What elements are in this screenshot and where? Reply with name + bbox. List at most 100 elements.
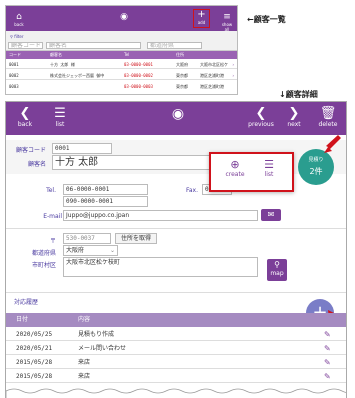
name-input[interactable]: 十方 太郎 (52, 155, 212, 170)
back-button[interactable]: ❮ back (10, 106, 40, 129)
row-addr: 港区芝浦町港 (200, 73, 224, 78)
divider (6, 292, 346, 293)
tel2-input[interactable]: 090-0000-0001 (63, 196, 148, 207)
list-icon: ☰ (54, 106, 66, 121)
chevron-left-icon: ❮ (19, 106, 31, 121)
row-name: 株式会社ジェッポー西暦 御中 (50, 73, 105, 78)
email-label: E-mail (43, 213, 62, 220)
trash-icon: 🗑 (319, 106, 337, 121)
get-address-button[interactable]: 住所を取得 (115, 233, 157, 244)
plus-circle-icon: ⊕ (230, 158, 240, 171)
logo-icon: ◉ (171, 106, 185, 122)
history-column-date: 日付 (16, 316, 29, 323)
history-date: 2015/05/28 (16, 359, 53, 366)
list-button[interactable]: ☰ list (45, 106, 75, 129)
filter-label: ⚲ filter (10, 34, 24, 39)
chevron-right-icon: › (232, 62, 235, 67)
row-code: 0002 (9, 73, 19, 78)
code-label: 顧客コード (16, 147, 47, 154)
send-email-button[interactable]: ✉ (261, 209, 281, 221)
filter-name-input[interactable]: 顧客名 (46, 42, 141, 49)
previous-button[interactable]: ❮ previous (244, 106, 278, 129)
fax-label: Fax. (185, 187, 198, 194)
name-label: 顧客名 (27, 161, 46, 168)
detail-caption: ↓顧客詳細 (279, 90, 318, 99)
create-estimate-button[interactable]: ⊕ create (221, 158, 249, 179)
chevron-down-icon: ⌄ (109, 247, 115, 254)
city-label: 市町村区 (31, 262, 56, 269)
history-row[interactable]: 2015/05/28 来店 ✎ (6, 356, 346, 369)
zip-input[interactable]: 530-0037 (63, 233, 111, 244)
customer-list-screenshot: ⌂ back ◉ + add ≡ show all ⚲ filter 顧客コード 顧客… (5, 5, 238, 95)
column-name[interactable]: 顧客名 (50, 52, 62, 58)
list-header-bar: ⌂ back ◉ + add ≡ show all (6, 6, 237, 32)
list-label: list (55, 121, 65, 128)
chevron-right-icon: › (232, 73, 235, 78)
customer-detail-screenshot: ❮ back ☰ list ◉ ❮ previous ❯ next 🗑 delete 顧客… (5, 101, 347, 398)
pointer-arrow-icon (324, 135, 341, 153)
list-back-label: back (14, 22, 24, 27)
list-back-button[interactable]: ⌂ back (12, 12, 26, 27)
history-row[interactable]: 2020/05/21 メール問い合わせ ✎ (6, 342, 346, 355)
history-date: 2020/05/25 (16, 331, 53, 338)
column-tel[interactable]: Tel (124, 52, 129, 57)
envelope-icon: ✉ (267, 210, 275, 219)
filter-label-text: filter (14, 34, 24, 39)
torn-edge (6, 388, 346, 398)
column-code[interactable]: コード (9, 52, 21, 58)
filter-code-input[interactable]: 顧客コード (8, 42, 43, 49)
row-code: 0001 (9, 62, 19, 67)
row-pref: 東京都 (176, 84, 188, 89)
row-name: 十方 太郎 様 (50, 62, 75, 67)
tel1-input[interactable]: 06-0000-0001 (63, 184, 148, 195)
table-row[interactable]: 0002 株式会社ジェッポー西暦 御中 03-0000-0002 東京都 港区芝… (6, 71, 237, 80)
pref-label: 都道府県 (31, 250, 56, 257)
history-title: 対応履歴 (14, 299, 39, 306)
pref-select[interactable]: 大阪府 ⌄ (63, 245, 118, 256)
popup-list-label: list (264, 171, 274, 178)
list-add-label: add (197, 20, 206, 25)
city-input[interactable]: 大阪市北区松ケ枝町 (63, 257, 258, 277)
table-row[interactable]: 0003 03-0000-0003 東京都 港区芝浦町港 (6, 82, 237, 91)
previous-label: previous (248, 121, 274, 128)
estimate-popup: ⊕ create ☰ list (209, 152, 294, 192)
row-addr: 大阪市北区松ケ (200, 62, 228, 67)
list-add-button[interactable]: + add (193, 9, 210, 28)
history-row[interactable]: 2020/05/25 見積もり作成 ✎ (6, 328, 346, 341)
next-button[interactable]: ❯ next (281, 106, 307, 129)
history-column-content: 内容 (78, 316, 91, 323)
history-text: 見積もり作成 (78, 331, 115, 338)
list-caption: ←顧客一覧 (247, 15, 286, 24)
email-input[interactable]: Juppo@juppo.co.jpan (63, 210, 258, 221)
code-input[interactable]: 0001 (52, 143, 112, 154)
history-date: 2015/05/28 (16, 373, 53, 380)
detail-header-bar: ❮ back ☰ list ◉ ❮ previous ❯ next 🗑 delete (6, 102, 346, 135)
list-show-all-button[interactable]: ≡ show all (219, 12, 235, 32)
history-row[interactable]: 2015/05/28 来店 ✎ (6, 370, 346, 383)
edit-pencil-icon[interactable]: ✎ (324, 342, 331, 355)
edit-pencil-icon[interactable]: ✎ (324, 370, 331, 383)
row-tel[interactable]: 03-0000-0001 (124, 60, 153, 69)
row-pref: 大阪府 (176, 62, 188, 67)
column-address[interactable]: 住所 (176, 52, 184, 58)
list-table-header: コード 顧客名 Tel 住所 (6, 51, 237, 59)
list-app-logo: ◉ (120, 12, 128, 22)
history-text: 来店 (78, 373, 91, 380)
estimate-count: 2件 (309, 167, 323, 176)
app-logo: ◉ (163, 107, 193, 121)
chevron-right-icon: ❯ (288, 106, 300, 121)
row-tel[interactable]: 03-0000-0002 (124, 71, 153, 80)
filter-pref-input[interactable]: 都道府県 (147, 42, 202, 49)
map-button[interactable]: ⚲ map (267, 259, 287, 281)
chevron-left-icon: ❮ (255, 106, 267, 121)
row-code: 0003 (9, 84, 19, 89)
edit-pencil-icon[interactable]: ✎ (324, 328, 331, 341)
row-tel[interactable]: 03-0000-0003 (124, 82, 153, 91)
map-pin-icon: ⚲ (274, 260, 280, 269)
edit-pencil-icon[interactable]: ✎ (324, 356, 331, 369)
history-text: メール問い合わせ (78, 345, 127, 352)
map-label: map (270, 270, 284, 277)
delete-button[interactable]: 🗑 delete (313, 106, 343, 129)
table-row[interactable]: 0001 十方 太郎 様 03-0000-0001 大阪府 大阪市北区松ケ › (6, 60, 237, 69)
estimate-list-button[interactable]: ☰ list (255, 159, 283, 179)
